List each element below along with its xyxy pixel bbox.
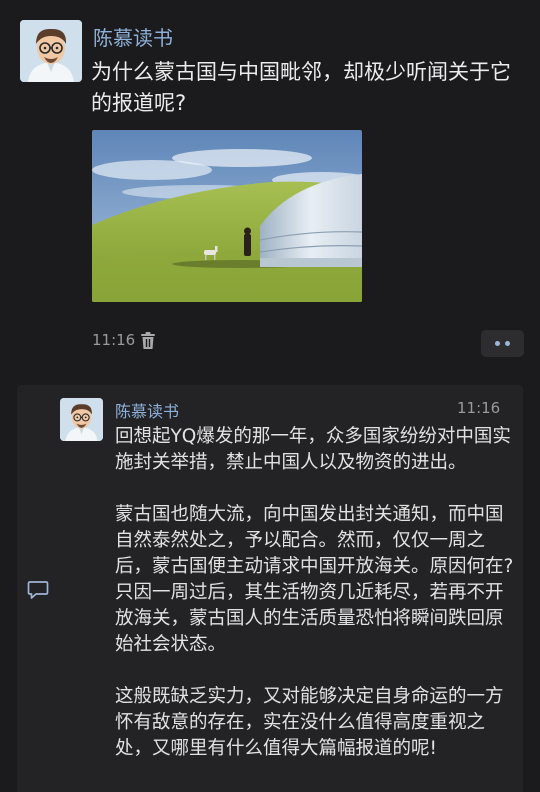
comment-author-name[interactable]: 陈慕读书 [115,398,179,422]
more-dots-icon[interactable] [481,330,524,357]
comment-paragraph: 回想起YQ爆发的那一年，众多国家纷纷对中国实施封关举措，禁止中国人以及物资的进出… [115,426,511,473]
dot [505,341,510,346]
post-image[interactable] [92,130,362,302]
delete-icon[interactable] [139,331,157,350]
comment-body: 回想起YQ爆发的那一年，众多国家纷纷对中国实施封关举措，禁止中国人以及物资的进出… [115,424,515,788]
avatar[interactable] [60,398,103,441]
comment-paragraph: 蒙古国也随大流，向中国发出封关通知，而中国自然泰然处之，予以配合。然而，仅仅一周… [115,504,514,655]
comment-time: 11:16 [457,399,501,417]
post-time: 11:16 [92,331,136,349]
comment-icon [27,580,49,600]
post-author-name[interactable]: 陈慕读书 [93,22,173,51]
dot [495,341,500,346]
post-text: 为什么蒙古国与中国毗邻，却极少听闻关于它的报道呢? [91,60,511,115]
avatar[interactable] [20,20,82,82]
comment-paragraph: 这般既缺乏实力，又对能够决定自身命运的一方怀有敌意的存在，实在没什么值得高度重视… [115,686,504,759]
